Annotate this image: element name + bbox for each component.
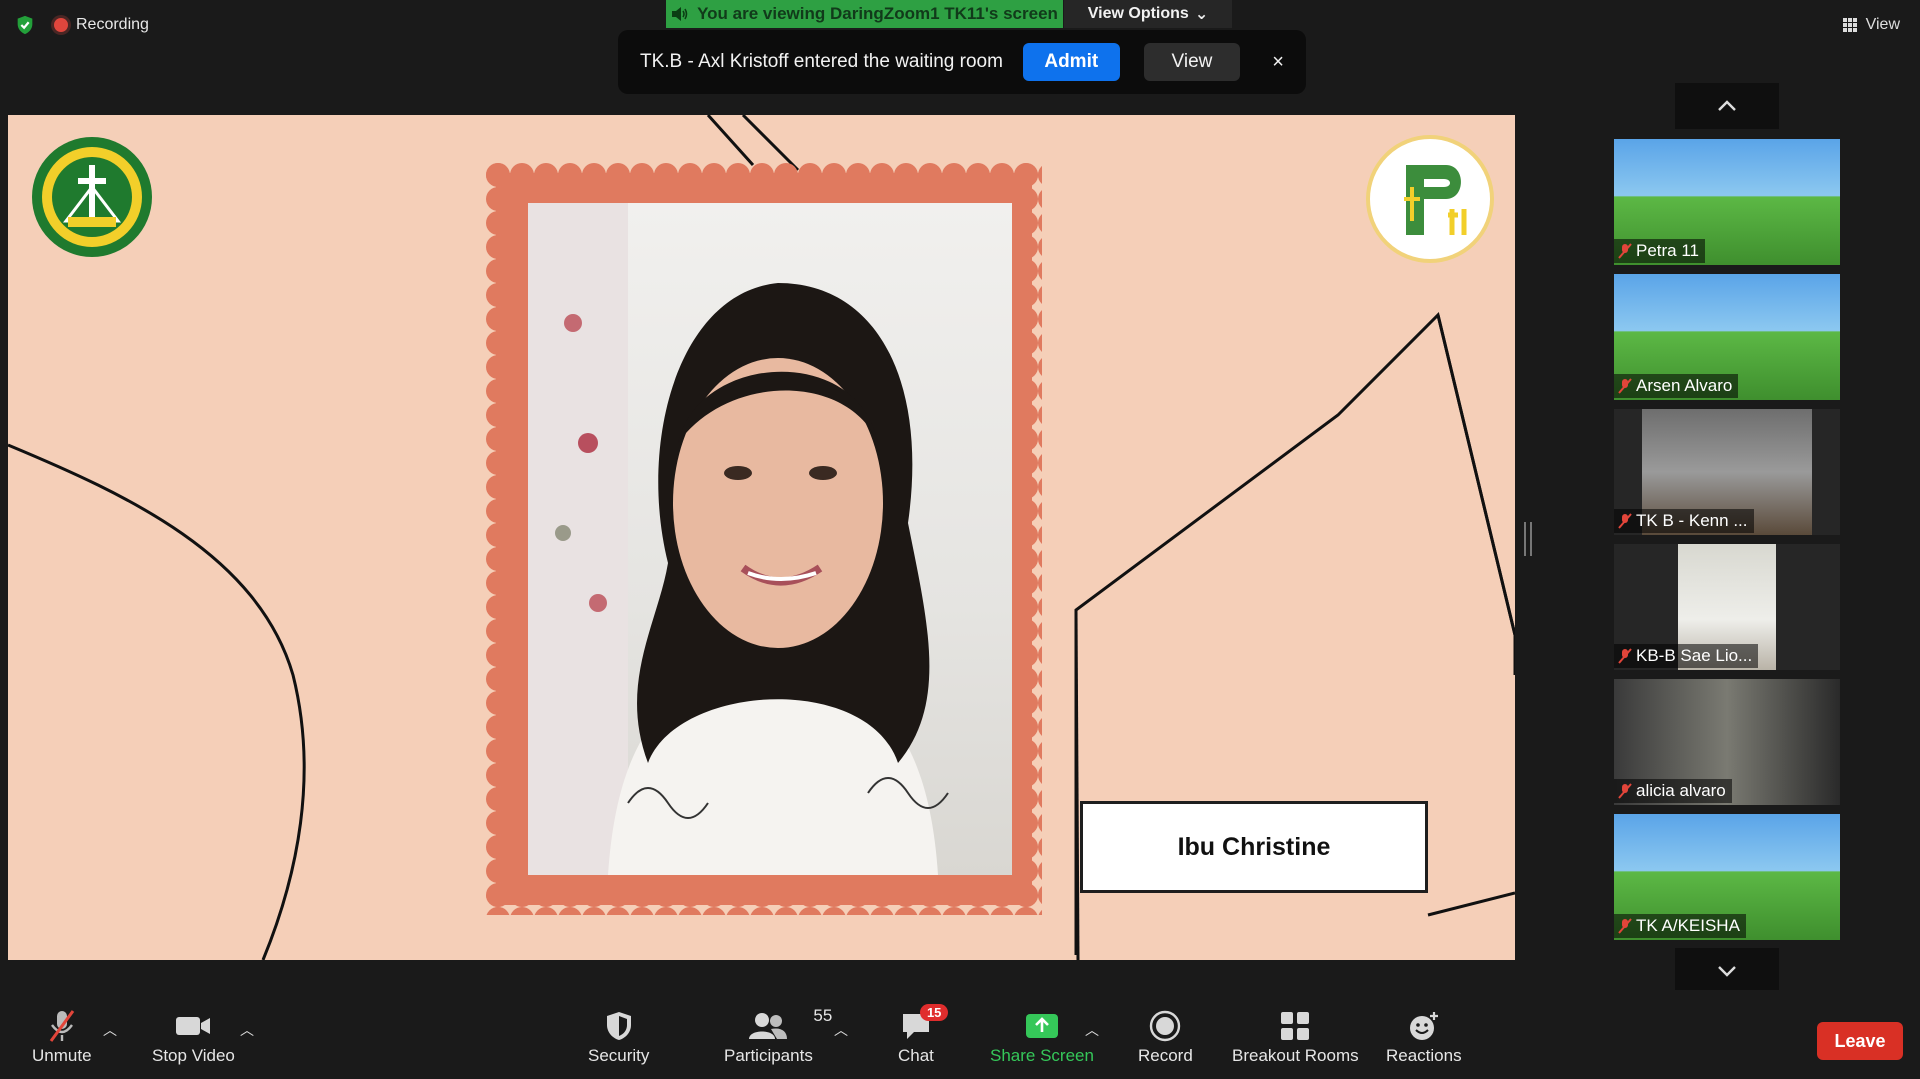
participant-name: Arsen Alvaro xyxy=(1636,376,1733,395)
viewing-banner: You are viewing DaringZoom1 TK11's scree… xyxy=(666,0,1063,28)
participant-tile[interactable]: KB-B Sae Lio... xyxy=(1614,544,1840,670)
mic-muted-icon xyxy=(1618,243,1632,259)
chevron-down-icon: ⌄ xyxy=(1194,6,1209,23)
view-options-label: View Options xyxy=(1087,5,1189,22)
viewing-banner-text: You are viewing DaringZoom1 TK11's scree… xyxy=(697,4,1058,23)
reactions-smiley-icon xyxy=(1409,1012,1438,1040)
chevron-up-icon xyxy=(1718,100,1736,111)
speaker-icon xyxy=(672,7,688,21)
share-screen-label: Share Screen xyxy=(990,1046,1094,1065)
participant-tile[interactable]: TK B - Kenn ... xyxy=(1614,409,1840,535)
participants-icon xyxy=(749,1013,788,1039)
participant-gallery: Petra 11 Arsen Alvaro TK B - Kenn ... KB… xyxy=(1614,139,1840,949)
breakout-rooms-icon xyxy=(1281,1012,1310,1040)
waiting-room-message: TK.B - Axl Kristoff entered the waiting … xyxy=(640,51,1003,72)
meeting-toolbar: Unmute ︿ Stop Video ︿ Security 55 Partic… xyxy=(0,990,1920,1079)
chevron-down-icon xyxy=(1718,966,1736,977)
participant-name: alicia alvaro xyxy=(1636,781,1726,800)
unmute-label: Unmute xyxy=(32,1046,92,1065)
chat-button[interactable]: 15 Chat xyxy=(898,1004,949,1066)
name-card: Ibu Christine xyxy=(1080,801,1428,893)
encryption-shield-icon[interactable] xyxy=(14,14,36,36)
mic-muted-icon xyxy=(1618,918,1632,934)
admit-button[interactable]: Admit xyxy=(1022,43,1120,81)
recording-label: Recording xyxy=(76,16,149,33)
grid-icon xyxy=(1842,18,1857,32)
security-shield-icon xyxy=(606,1012,631,1040)
unmute-button[interactable]: Unmute xyxy=(32,1008,92,1066)
participant-tile[interactable]: TK A/KEISHA xyxy=(1614,814,1840,940)
audio-options-caret-icon[interactable]: ︿ xyxy=(103,1020,117,1040)
share-screen-button[interactable]: Share Screen xyxy=(990,1008,1094,1066)
stop-video-button[interactable]: Stop Video xyxy=(152,1008,235,1066)
view-options-button[interactable]: View Options ⌄ xyxy=(1064,0,1232,28)
top-left-status: Recording xyxy=(14,14,149,36)
recording-dot-icon xyxy=(54,18,68,32)
participant-tile[interactable]: Petra 11 xyxy=(1614,139,1840,265)
security-label: Security xyxy=(588,1046,650,1065)
participants-label: Participants xyxy=(724,1046,813,1065)
mic-muted-icon xyxy=(1618,513,1632,529)
reactions-button[interactable]: Reactions xyxy=(1386,1008,1462,1066)
participant-name: TK A/KEISHA xyxy=(1636,916,1740,935)
view-label: View xyxy=(1865,16,1900,33)
scroll-down-button[interactable] xyxy=(1675,948,1779,994)
scroll-up-button[interactable] xyxy=(1675,83,1779,129)
participant-name: Petra 11 xyxy=(1636,241,1700,260)
shared-screen: Ibu Christine xyxy=(8,115,1515,960)
participant-name: TK B - Kenn ... xyxy=(1636,511,1748,530)
close-icon[interactable]: × xyxy=(1272,51,1284,74)
mic-muted-icon xyxy=(1618,378,1632,394)
mic-muted-icon xyxy=(49,1010,74,1042)
participant-label: TK B - Kenn ... xyxy=(1614,509,1754,533)
participant-label: KB-B Sae Lio... xyxy=(1614,644,1759,668)
chat-label: Chat xyxy=(898,1046,934,1065)
leave-button[interactable]: Leave xyxy=(1817,1022,1903,1060)
panel-resize-handle[interactable] xyxy=(1524,522,1532,556)
recording-indicator[interactable]: Recording xyxy=(54,16,149,34)
participant-label: Arsen Alvaro xyxy=(1614,374,1739,398)
chat-unread-badge: 15 xyxy=(919,1004,949,1021)
view-waiting-room-button[interactable]: View xyxy=(1143,43,1241,81)
security-button[interactable]: Security xyxy=(588,1008,649,1066)
video-options-caret-icon[interactable]: ︿ xyxy=(240,1020,254,1040)
participant-tile[interactable]: Arsen Alvaro xyxy=(1614,274,1840,400)
participants-options-caret-icon[interactable]: ︿ xyxy=(834,1020,848,1040)
participant-name: KB-B Sae Lio... xyxy=(1636,646,1753,665)
participant-label: Petra 11 xyxy=(1614,239,1706,263)
presenter-video xyxy=(528,203,1012,875)
participants-button[interactable]: 55 Participants xyxy=(724,1006,832,1066)
participant-tile[interactable]: alicia alvaro xyxy=(1614,679,1840,805)
stop-video-label: Stop Video xyxy=(152,1046,235,1065)
video-camera-icon xyxy=(176,1017,211,1035)
share-screen-arrow-icon xyxy=(1025,1014,1058,1038)
waiting-room-notification: TK.B - Axl Kristoff entered the waiting … xyxy=(618,30,1306,94)
participant-label: TK A/KEISHA xyxy=(1614,914,1746,938)
participants-count: 55 xyxy=(813,1006,833,1025)
p11-logo xyxy=(1366,135,1494,263)
presenter-figure xyxy=(528,203,949,875)
breakout-rooms-label: Breakout Rooms xyxy=(1232,1046,1359,1065)
share-options-caret-icon[interactable]: ︿ xyxy=(1085,1020,1099,1040)
mic-muted-icon xyxy=(1618,783,1632,799)
record-button[interactable]: Record xyxy=(1138,1008,1193,1066)
school-seal-logo xyxy=(32,137,152,257)
view-layout-button[interactable]: View xyxy=(1842,16,1900,34)
record-icon xyxy=(1150,1010,1181,1042)
reactions-label: Reactions xyxy=(1386,1046,1462,1065)
participant-label: alicia alvaro xyxy=(1614,779,1732,803)
mic-muted-icon xyxy=(1618,648,1632,664)
record-label: Record xyxy=(1138,1046,1193,1065)
breakout-rooms-button[interactable]: Breakout Rooms xyxy=(1232,1008,1359,1066)
